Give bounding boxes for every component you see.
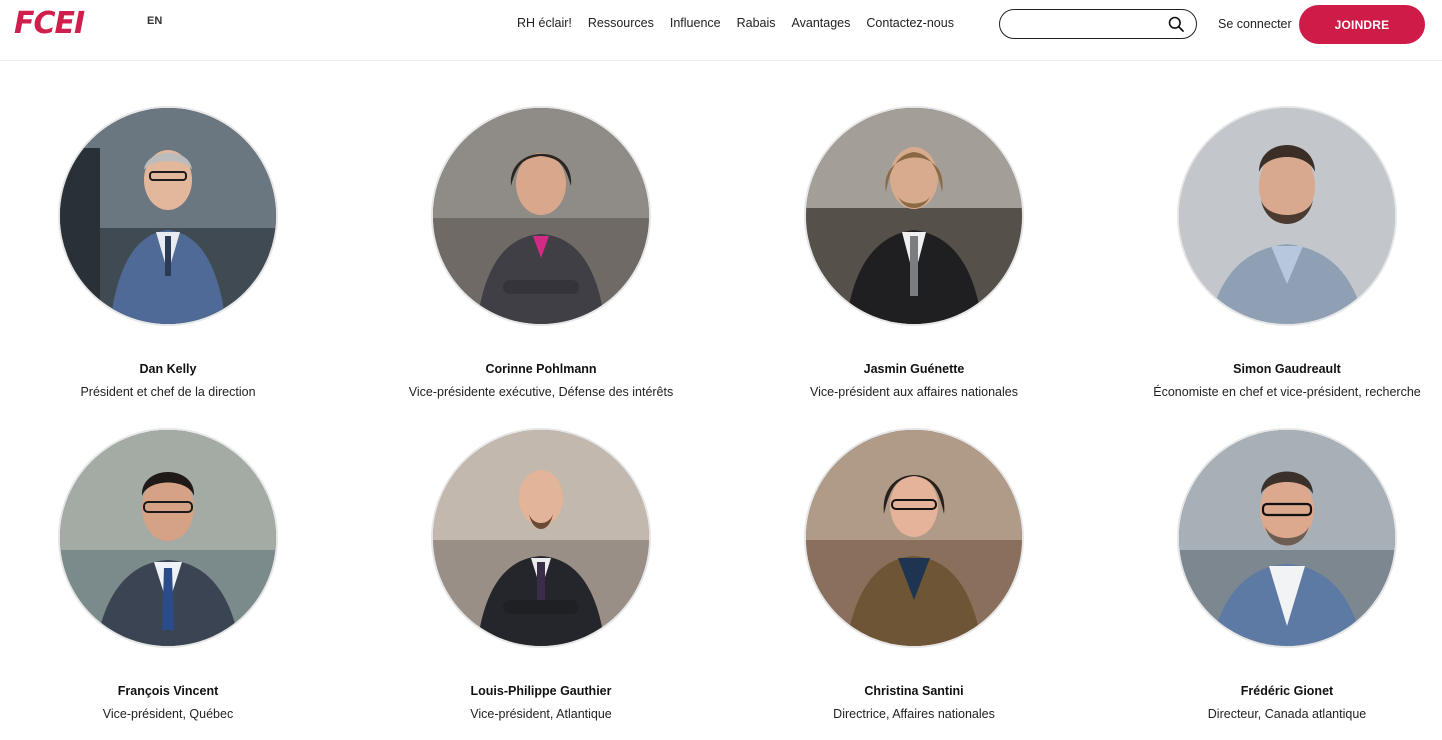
search-icon[interactable] [1168, 16, 1184, 32]
avatar [60, 108, 276, 324]
member-name: Corinne Pohlmann [485, 362, 597, 376]
nav-rh-eclair[interactable]: RH éclair! [517, 16, 572, 30]
member-name: François Vincent [117, 684, 219, 698]
member-name: Jasmin Guénette [863, 362, 965, 376]
member-title: Président et chef de la direction [80, 385, 256, 399]
team-card[interactable]: François Vincent Vice-président, Québec [18, 430, 318, 721]
avatar [806, 108, 1022, 324]
member-name: Christina Santini [864, 684, 964, 698]
avatar [60, 430, 276, 646]
avatar [806, 430, 1022, 646]
nav-influence[interactable]: Influence [670, 16, 721, 30]
avatar [433, 108, 649, 324]
member-name: Frédéric Gionet [1240, 684, 1334, 698]
search-input[interactable] [1012, 14, 1166, 36]
team-card[interactable]: Frédéric Gionet Directeur, Canada atlant… [1137, 430, 1437, 721]
member-name: Louis-Philippe Gauthier [470, 684, 612, 698]
member-title: Économiste en chef et vice-président, re… [1153, 385, 1421, 399]
member-title: Vice-président, Atlantique [470, 707, 612, 721]
team-card[interactable]: Louis-Philippe Gauthier Vice-président, … [391, 430, 691, 721]
member-title: Vice-présidente exécutive, Défense des i… [408, 385, 674, 399]
login-link[interactable]: Se connecter [1218, 17, 1292, 31]
avatar [1179, 108, 1395, 324]
member-title: Vice-président, Québec [102, 707, 234, 721]
site-header: FCEI EN RH éclair! Ressources Influence … [0, 0, 1442, 61]
avatar [433, 430, 649, 646]
language-toggle[interactable]: EN [147, 15, 162, 27]
team-card[interactable]: Simon Gaudreault Économiste en chef et v… [1137, 108, 1437, 399]
team-card[interactable]: Christina Santini Directrice, Affaires n… [764, 430, 1064, 721]
nav-ressources[interactable]: Ressources [588, 16, 654, 30]
member-name: Dan Kelly [139, 362, 197, 376]
join-button[interactable]: JOINDRE [1299, 5, 1425, 44]
team-card[interactable]: Dan Kelly Président et chef de la direct… [18, 108, 318, 399]
member-title: Directrice, Affaires nationales [833, 707, 995, 721]
member-title: Directeur, Canada atlantique [1207, 707, 1367, 721]
member-name: Simon Gaudreault [1233, 362, 1341, 376]
member-title: Vice-président aux affaires nationales [809, 385, 1018, 399]
nav-contactez-nous[interactable]: Contactez-nous [866, 16, 954, 30]
search-box [999, 9, 1197, 39]
main-nav: RH éclair! Ressources Influence Rabais A… [517, 16, 954, 30]
avatar [1179, 430, 1395, 646]
nav-rabais[interactable]: Rabais [737, 16, 776, 30]
team-card[interactable]: Corinne Pohlmann Vice-présidente exécuti… [391, 108, 691, 399]
team-card[interactable]: Jasmin Guénette Vice-président aux affai… [764, 108, 1064, 399]
nav-avantages[interactable]: Avantages [792, 16, 851, 30]
fcei-logo[interactable]: FCEI [14, 8, 85, 40]
